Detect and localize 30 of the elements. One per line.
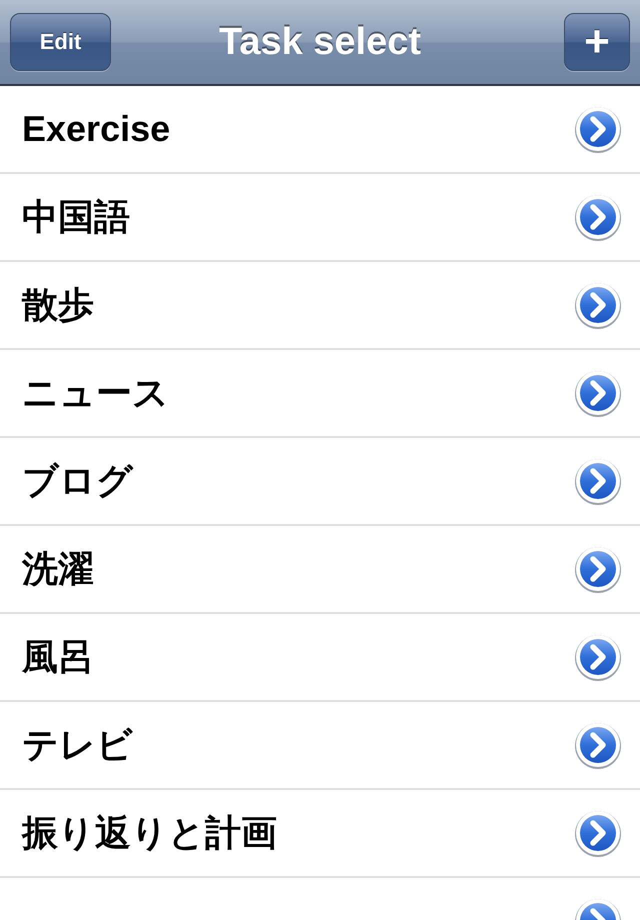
disclosure-button[interactable] bbox=[574, 369, 622, 417]
disclosure-button[interactable] bbox=[574, 281, 622, 329]
edit-button[interactable]: Edit bbox=[10, 13, 111, 71]
disclosure-button[interactable] bbox=[574, 105, 622, 153]
task-row[interactable]: 散歩 bbox=[0, 262, 640, 350]
disclosure-button[interactable] bbox=[574, 809, 622, 857]
add-button[interactable]: + bbox=[564, 13, 630, 71]
task-row[interactable]: ブログ bbox=[0, 438, 640, 526]
task-label: 風呂 bbox=[22, 634, 94, 678]
task-row[interactable]: 風呂 bbox=[0, 614, 640, 702]
task-label: 散歩 bbox=[22, 282, 94, 326]
task-label: ブログ bbox=[22, 458, 133, 502]
task-row[interactable]: テレビ bbox=[0, 702, 640, 790]
task-row[interactable]: 中国語 bbox=[0, 174, 640, 262]
disclosure-button[interactable] bbox=[574, 457, 622, 505]
disclosure-button[interactable] bbox=[574, 193, 622, 241]
task-label: ニュース bbox=[22, 370, 169, 414]
disclosure-button[interactable] bbox=[574, 545, 622, 593]
screen-title: Task select bbox=[218, 20, 422, 64]
task-label: 中国語 bbox=[22, 194, 130, 238]
task-row[interactable]: Exercise bbox=[0, 86, 640, 174]
task-label: Exercise bbox=[22, 108, 170, 150]
task-row[interactable]: 洗濯 bbox=[0, 526, 640, 614]
task-label: 洗濯 bbox=[22, 546, 94, 590]
task-label: テレビ bbox=[22, 722, 133, 766]
task-label: 振り返りと計画 bbox=[22, 810, 277, 854]
disclosure-button[interactable] bbox=[574, 633, 622, 681]
task-row[interactable]: ニュース bbox=[0, 350, 640, 438]
disclosure-button[interactable] bbox=[574, 721, 622, 769]
task-row[interactable]: 振り返りと計画 bbox=[0, 790, 640, 878]
